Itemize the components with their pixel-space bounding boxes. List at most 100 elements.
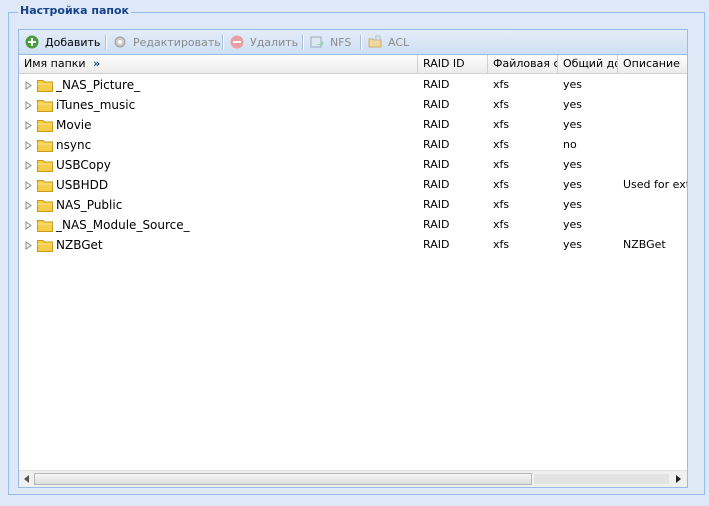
raid-id-cell: RAID xyxy=(423,218,450,231)
folder-name-cell: nsync xyxy=(19,135,418,155)
edit-button[interactable]: Редактировать xyxy=(113,33,221,51)
folder-name: _NAS_Module_Source_ xyxy=(56,218,190,232)
table-row[interactable]: NZBGet RAID xfs yes NZBGet xyxy=(19,235,687,255)
share-cell: yes xyxy=(563,78,583,91)
column-header-raid-id[interactable]: RAID ID xyxy=(418,55,488,73)
description-cell xyxy=(618,115,687,135)
nfs-button[interactable]: NFS xyxy=(310,33,351,51)
scroll-left-button[interactable] xyxy=(20,472,34,486)
column-name-label: Имя папки xyxy=(24,57,86,70)
description-cell xyxy=(618,95,687,115)
raid-id-cell: RAID xyxy=(423,158,450,171)
add-button[interactable]: Добавить xyxy=(25,33,100,51)
description-cell xyxy=(618,135,687,155)
gear-icon xyxy=(114,36,126,48)
folder-name-cell: NZBGet xyxy=(19,235,418,255)
table-row[interactable]: Movie RAID xfs yes xyxy=(19,115,687,135)
filesystem-cell: xfs xyxy=(493,218,510,231)
add-icon xyxy=(25,35,39,49)
raid-id-cell: RAID xyxy=(423,198,450,211)
table-row[interactable]: USBCopy RAID xfs yes xyxy=(19,155,687,175)
grid-header: Имя папки » RAID ID Файловая си Общий до… xyxy=(19,55,687,74)
folder-lock-icon xyxy=(368,35,382,48)
column-header-filesystem[interactable]: Файловая си xyxy=(488,55,558,73)
folder-icon xyxy=(37,239,53,252)
share-cell: no xyxy=(563,138,577,151)
raid-id-cell: RAID xyxy=(423,98,450,111)
delete-button-label: Удалить xyxy=(250,35,299,49)
folder-icon xyxy=(37,79,53,92)
table-row[interactable]: USBHDD RAID xfs yes Used for exte xyxy=(19,175,687,195)
expand-arrow-icon[interactable] xyxy=(24,240,33,250)
raid-id-cell: RAID xyxy=(423,138,450,151)
description-cell: NZBGet xyxy=(623,238,666,251)
expand-arrow-icon[interactable] xyxy=(24,120,33,130)
scroll-right-button[interactable] xyxy=(671,472,685,486)
toolbar-separator xyxy=(360,35,362,49)
arrow-left-icon xyxy=(24,475,29,483)
raid-id-cell: RAID xyxy=(423,178,450,191)
folder-name: Movie xyxy=(56,118,92,132)
column-header-description[interactable]: Описание xyxy=(618,55,687,73)
description-cell xyxy=(618,155,687,175)
expand-arrow-icon[interactable] xyxy=(24,220,33,230)
table-row[interactable]: iTunes_music RAID xfs yes xyxy=(19,95,687,115)
grid-toolbar: Добавить Редактировать Удалить NFS ACL xyxy=(19,30,687,55)
nfs-button-label: NFS xyxy=(330,35,352,49)
column-header-name[interactable]: Имя папки » xyxy=(19,55,418,73)
table-row[interactable]: _NAS_Picture_ RAID xfs yes xyxy=(19,75,687,95)
scrollbar-thumb[interactable] xyxy=(34,473,532,485)
description-cell xyxy=(618,75,687,95)
column-header-share[interactable]: Общий дос xyxy=(558,55,618,73)
share-cell: yes xyxy=(563,218,583,231)
filesystem-cell: xfs xyxy=(493,198,510,211)
raid-id-cell: RAID xyxy=(423,238,450,251)
folder-icon xyxy=(37,179,53,192)
acl-button[interactable]: ACL xyxy=(368,33,409,51)
folder-name-cell: _NAS_Module_Source_ xyxy=(19,215,418,235)
share-cell: yes xyxy=(563,158,583,171)
folder-name: USBCopy xyxy=(56,158,111,172)
folder-name-cell: NAS_Public xyxy=(19,195,418,215)
folder-icon xyxy=(37,219,53,232)
folder-name: NAS_Public xyxy=(56,198,123,212)
share-cell: yes xyxy=(563,98,583,111)
share-cell: yes xyxy=(563,178,583,191)
double-chevron-right-icon: » xyxy=(93,57,101,70)
filesystem-cell: xfs xyxy=(493,98,510,111)
folder-icon xyxy=(37,199,53,212)
folder-icon xyxy=(37,119,53,132)
share-cell: yes xyxy=(563,118,583,131)
folder-icon xyxy=(37,99,53,112)
table-row[interactable]: NAS_Public RAID xfs yes xyxy=(19,195,687,215)
folder-name-cell: Movie xyxy=(19,115,418,135)
raid-id-cell: RAID xyxy=(423,118,450,131)
folder-icon xyxy=(37,139,53,152)
scrollbar-track[interactable] xyxy=(534,474,669,484)
acl-button-label: ACL xyxy=(388,35,410,49)
expand-arrow-icon[interactable] xyxy=(24,140,33,150)
folder-name-cell: iTunes_music xyxy=(19,95,418,115)
table-row[interactable]: _NAS_Module_Source_ RAID xfs yes xyxy=(19,215,687,235)
share-cell: yes xyxy=(563,238,583,251)
filesystem-cell: xfs xyxy=(493,158,510,171)
expand-arrow-icon[interactable] xyxy=(24,100,33,110)
expand-arrow-icon[interactable] xyxy=(24,200,33,210)
expand-arrow-icon[interactable] xyxy=(24,80,33,90)
add-button-label: Добавить xyxy=(45,35,101,49)
fieldset-legend: Настройка папок xyxy=(18,4,132,17)
folder-name: _NAS_Picture_ xyxy=(56,78,141,92)
filesystem-cell: xfs xyxy=(493,238,510,251)
folder-name: NZBGet xyxy=(56,238,103,252)
delete-icon xyxy=(230,35,244,49)
folder-name: USBHDD xyxy=(56,178,109,192)
raid-id-cell: RAID xyxy=(423,78,450,91)
table-row[interactable]: nsync RAID xfs no xyxy=(19,135,687,155)
folder-name-cell: USBHDD xyxy=(19,175,418,195)
expand-arrow-icon[interactable] xyxy=(24,160,33,170)
expand-arrow-icon[interactable] xyxy=(24,180,33,190)
delete-button[interactable]: Удалить xyxy=(230,33,298,51)
edit-button-label: Редактировать xyxy=(133,35,221,49)
nfs-share-icon xyxy=(310,36,324,48)
horizontal-scrollbar[interactable] xyxy=(19,470,687,487)
